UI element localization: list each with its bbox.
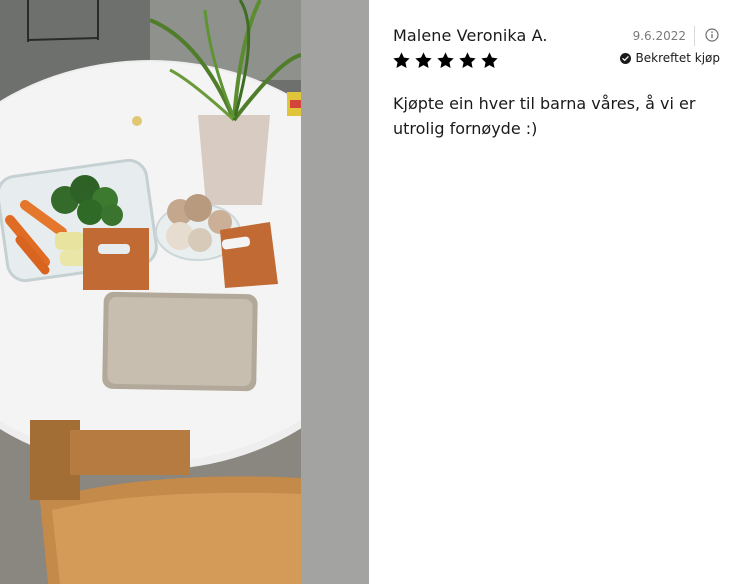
star-icon xyxy=(437,52,454,68)
review-text: Kjøpte ein hver til barna våres, å vi er… xyxy=(393,94,696,138)
review-date: 9.6.2022 xyxy=(632,29,686,43)
star-rating xyxy=(392,51,499,70)
review-photo-image xyxy=(0,0,301,584)
reviewer-name: Malene Veronika A. xyxy=(393,26,548,45)
star-icon xyxy=(393,52,410,68)
star-icon xyxy=(415,52,432,68)
verified-purchase-badge: Bekreftet kjøp xyxy=(619,51,720,65)
photo-letterbox xyxy=(301,0,369,584)
star-icon xyxy=(481,52,498,68)
check-circle-icon xyxy=(619,52,631,64)
star-icon xyxy=(459,52,476,68)
header-divider xyxy=(694,26,695,46)
info-icon[interactable] xyxy=(705,28,719,42)
verified-label: Bekreftet kjøp xyxy=(635,51,720,65)
review-panel: Malene Veronika A. 9.6.2022 Bekreftet kj… xyxy=(369,0,736,584)
review-photo[interactable] xyxy=(0,0,301,584)
